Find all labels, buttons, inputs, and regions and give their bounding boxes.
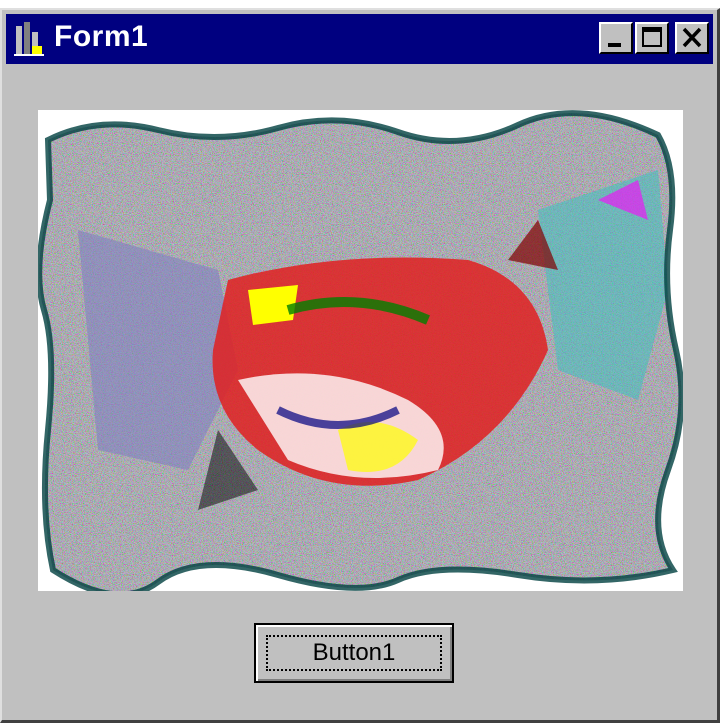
minimize-icon	[608, 43, 621, 47]
maximize-button[interactable]	[635, 22, 669, 54]
close-button[interactable]	[675, 22, 709, 54]
picture-box	[38, 110, 683, 591]
painted-image	[38, 110, 683, 591]
maximize-icon	[642, 27, 662, 47]
close-icon	[682, 27, 702, 48]
window-title: Form1	[54, 20, 149, 53]
app-icon[interactable]	[14, 22, 44, 56]
title-bar[interactable]: Form1	[6, 14, 713, 64]
button1[interactable]: Button1	[254, 623, 454, 683]
minimize-button[interactable]	[599, 22, 633, 54]
form-window: Form1 Button1	[0, 8, 720, 723]
button1-label: Button1	[266, 635, 442, 671]
